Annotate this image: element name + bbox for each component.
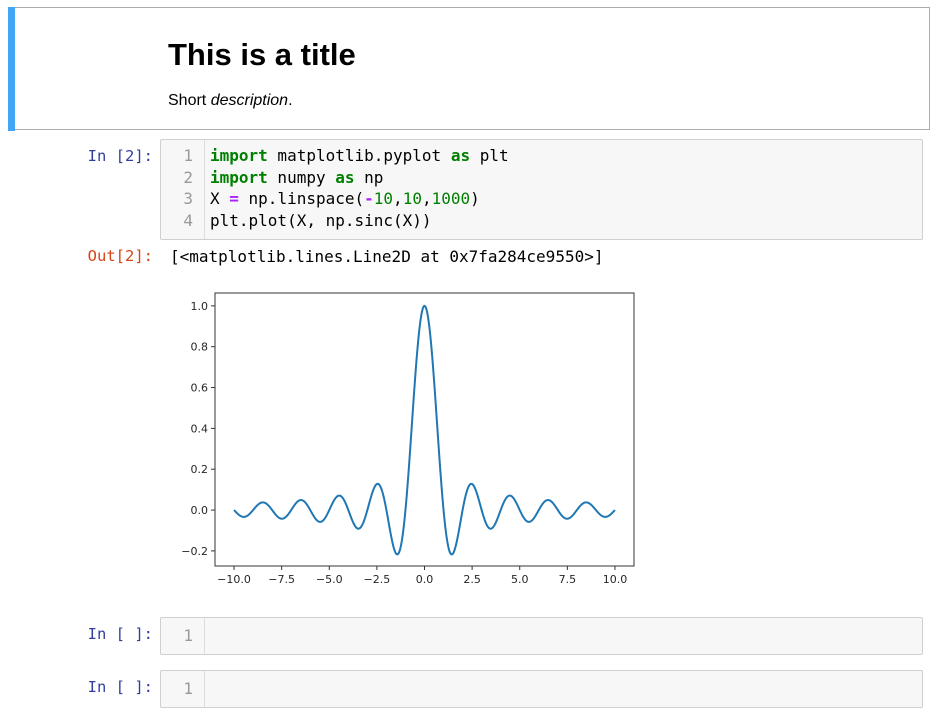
- y-tick-label: −0.2: [181, 545, 208, 558]
- x-tick-label: −7.5: [268, 573, 295, 586]
- code-token: plt.plot(X, np.sinc(X)): [210, 210, 432, 230]
- x-tick-label: −2.5: [364, 573, 391, 586]
- y-tick-label: 1.0: [191, 300, 209, 313]
- code-token: import: [210, 146, 268, 165]
- x-tick-label: −10.0: [217, 573, 251, 586]
- line-number: 4: [183, 210, 193, 230]
- code-input[interactable]: 1234 import matplotlib.pyplot as plt impo…: [160, 139, 923, 240]
- code-token: 10: [402, 189, 422, 208]
- line-number: 3: [183, 189, 193, 208]
- markdown-cell[interactable]: [8, 7, 930, 130]
- series-line-sinc: [233, 304, 616, 556]
- code-line: import numpy as np: [210, 167, 509, 189]
- code-token: as: [450, 146, 471, 165]
- code-token: np: [354, 167, 384, 187]
- x-tick-label: 0.0: [416, 573, 434, 586]
- code-token: -: [364, 189, 374, 208]
- x-tick-label: 7.5: [559, 573, 577, 586]
- axes-frame: [214, 292, 635, 567]
- code-line: X = np.linspace(-10,10,1000): [210, 188, 509, 210]
- x-tick-label: 2.5: [463, 573, 481, 586]
- y-tick-label: 0.0: [191, 504, 209, 517]
- code-token: matplotlib.pyplot: [267, 146, 451, 165]
- code-token: as: [335, 167, 355, 187]
- code-editor[interactable]: import matplotlib.pyplot as plt import nu…: [210, 145, 509, 231]
- empty-cell-prompt: In [ ]:: [87, 678, 153, 696]
- code-token: numpy: [267, 167, 336, 187]
- empty-code-input[interactable]: 1: [160, 617, 923, 655]
- code-token: X: [210, 189, 230, 208]
- code-token: plt: [470, 146, 509, 165]
- code-token: ,: [393, 189, 403, 208]
- sinc-plot: −10.0 −7.5 −5.0 −2.5 0.0 2.5 5.0 7.5 10.0 −0.2 0.0…: [181, 292, 635, 586]
- output-text: [<matplotlib.lines.Line2D at 0x7fa284ce9…: [170, 247, 604, 266]
- code-token: 1000: [431, 189, 471, 208]
- y-tick-label: 0.6: [191, 382, 209, 395]
- page-title: This is a title: [168, 37, 356, 72]
- empty-code-input[interactable]: 1: [160, 670, 923, 708]
- line-number: 1: [183, 626, 193, 645]
- x-tick-label: −5.0: [316, 573, 343, 586]
- code-token: np.linspace(: [238, 189, 365, 208]
- code-token: =: [229, 189, 239, 208]
- x-tick-label: 10.0: [603, 573, 628, 586]
- code-line: import matplotlib.pyplot as plt: [210, 145, 509, 167]
- line-number: 1: [183, 146, 193, 165]
- input-prompt: In [2]:: [87, 147, 153, 165]
- code-token: ): [470, 189, 480, 208]
- code-token: ,: [421, 189, 432, 208]
- selected-cell-indicator: [8, 7, 15, 131]
- code-token: import: [210, 167, 268, 187]
- line-numbers: 1 2 3 4: [161, 145, 193, 231]
- empty-cell-prompt: In [ ]:: [87, 625, 153, 643]
- output-prompt: Out[2]:: [87, 247, 153, 265]
- line-number: 1: [183, 679, 193, 698]
- y-tick-label: 0.2: [191, 463, 209, 476]
- x-tick-label: 5.0: [511, 573, 529, 586]
- description: Short description.: [168, 92, 293, 109]
- y-tick-label: 0.4: [191, 422, 209, 435]
- code-line: plt.plot(X, np.sinc(X)): [210, 210, 509, 232]
- line-number: 2: [183, 167, 193, 187]
- y-tick-label: 0.8: [191, 341, 209, 354]
- code-token: 10: [373, 189, 394, 208]
